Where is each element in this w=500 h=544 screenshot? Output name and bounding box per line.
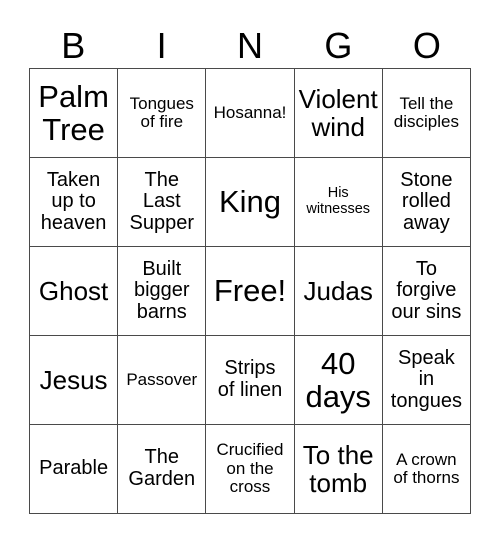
bingo-square-r4c2[interactable]: Passover: [118, 336, 207, 425]
bingo-square-r2c4[interactable]: His witnesses: [294, 158, 383, 247]
bingo-square-r4c5[interactable]: Speak in tongues: [382, 336, 471, 425]
bingo-square-r3c5[interactable]: To forgive our sins: [382, 247, 471, 336]
bingo-square-r1c3[interactable]: Hosanna!: [206, 69, 295, 158]
bingo-square-label: Free!: [213, 273, 287, 309]
bingo-square-r5c3[interactable]: Crucified on the cross: [206, 425, 295, 514]
bingo-square-label: Crucified on the cross: [216, 440, 284, 497]
bingo-square-label: King: [218, 184, 282, 220]
bingo-square-label: Tongues of fire: [129, 93, 194, 131]
header-letter-g: G: [324, 25, 353, 66]
bingo-square-label: To the tomb: [302, 439, 374, 498]
bingo-square-label: Passover: [126, 369, 198, 389]
header-letter-n: N: [237, 25, 264, 66]
bingo-square-label: Speak in tongues: [390, 346, 462, 412]
bingo-square-r4c3[interactable]: Strips of linen: [206, 336, 295, 425]
bingo-square-r4c1[interactable]: Jesus: [30, 336, 119, 425]
bingo-square-label: Violent wind: [298, 83, 378, 142]
bingo-square-r1c2[interactable]: Tongues of fire: [118, 69, 207, 158]
bingo-square-label: Hosanna!: [213, 102, 287, 122]
bingo-card: B I N G O Palm Tree Tongues of fire Hosann…: [0, 0, 500, 544]
bingo-square-label: Stone rolled away: [400, 168, 453, 234]
bingo-square-label: The Garden: [128, 446, 196, 490]
bingo-square-label: Built bigger barns: [133, 257, 190, 323]
header-letter-i: I: [156, 25, 167, 66]
bingo-square-label: 40 days: [305, 345, 371, 414]
bingo-square-label: A crown of thorns: [393, 449, 460, 487]
bingo-square-r3c1[interactable]: Ghost: [30, 247, 119, 336]
bingo-square-label: Tell the disciples: [393, 93, 459, 131]
bingo-square-label: The Last Supper: [129, 168, 195, 234]
bingo-square-r1c5[interactable]: Tell the disciples: [382, 69, 471, 158]
header-letter-b: B: [61, 25, 86, 66]
bingo-square-label: To forgive our sins: [391, 257, 462, 323]
bingo-square-label: Taken up to heaven: [40, 168, 107, 234]
bingo-square-r1c1[interactable]: Palm Tree: [30, 69, 119, 158]
bingo-square-label: Palm Tree: [38, 78, 109, 147]
bingo-header: B I N G O: [29, 24, 471, 68]
bingo-square-r1c4[interactable]: Violent wind: [294, 69, 383, 158]
bingo-square-r2c1[interactable]: Taken up to heaven: [30, 158, 119, 247]
bingo-square-r3c4[interactable]: Judas: [294, 247, 383, 336]
bingo-square-label: Jesus: [39, 364, 108, 395]
bingo-square-r4c4[interactable]: 40 days: [294, 336, 383, 425]
bingo-square-label: Strips of linen: [217, 357, 283, 401]
bingo-square-r2c2[interactable]: The Last Supper: [118, 158, 207, 247]
bingo-square-label: Ghost: [38, 275, 109, 306]
bingo-square-r3c2[interactable]: Built bigger barns: [118, 247, 207, 336]
bingo-square-r2c5[interactable]: Stone rolled away: [382, 158, 471, 247]
header-letter-o: O: [412, 25, 441, 66]
bingo-square-label: His witnesses: [306, 185, 371, 217]
bingo-square-r3c3[interactable]: Free!: [206, 247, 295, 336]
bingo-square-label: Judas: [303, 275, 373, 306]
bingo-square-r5c1[interactable]: Parable: [30, 425, 119, 514]
bingo-square-r5c4[interactable]: To the tomb: [294, 425, 383, 514]
bingo-grid: Palm Tree Tongues of fire Hosanna! Violent …: [29, 68, 471, 514]
bingo-square-r5c5[interactable]: A crown of thorns: [382, 425, 471, 514]
bingo-square-r2c3[interactable]: King: [206, 158, 295, 247]
bingo-square-r5c2[interactable]: The Garden: [118, 425, 207, 514]
bingo-square-label: Parable: [39, 457, 109, 480]
